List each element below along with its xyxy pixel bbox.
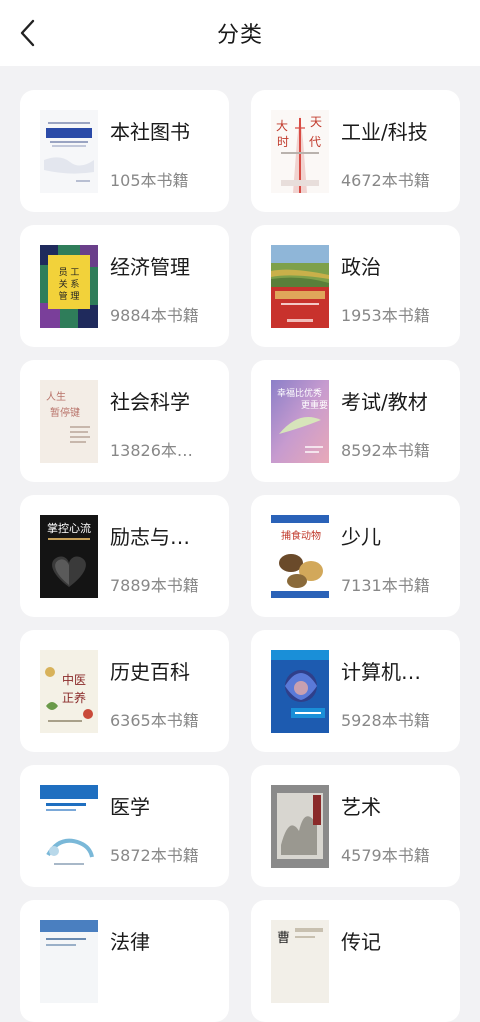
category-card[interactable]: 员 工 关 系 管 理 经济管理 9884本书籍 [20, 225, 229, 347]
category-card[interactable]: 计算机… 5928本书籍 [251, 630, 460, 752]
category-card[interactable]: 幸福比优秀 更重要 考试/教材 8592本书籍 [251, 360, 460, 482]
svg-text:员 工: 员 工 [59, 267, 80, 278]
category-name: 励志与… [110, 525, 190, 549]
svg-text:曹: 曹 [277, 931, 290, 946]
svg-text:代: 代 [309, 135, 321, 149]
svg-text:天: 天 [310, 115, 322, 129]
category-count: 8592本书籍 [341, 441, 430, 460]
book-cover-image: 幸福比优秀 更重要 [271, 380, 329, 463]
category-card[interactable]: 大 天 时 代 工业/科技 4672本书籍 [251, 90, 460, 212]
back-button[interactable] [10, 13, 46, 53]
book-cover-image: 员 工 关 系 管 理 [40, 245, 98, 328]
svg-text:掌控心流: 掌控心流 [47, 521, 91, 535]
category-count: 5928本书籍 [341, 711, 430, 730]
svg-text:大: 大 [276, 119, 288, 133]
svg-text:关 系: 关 系 [59, 278, 80, 290]
category-card[interactable]: 曹 传记 [251, 900, 460, 1022]
category-count: 13826本… [110, 441, 193, 460]
svg-text:中医: 中医 [62, 672, 86, 687]
top-bar: 分类 [0, 0, 480, 66]
category-name: 传记 [341, 930, 381, 954]
book-cover-image [40, 920, 98, 1003]
category-count: 105本书籍 [110, 171, 189, 190]
chevron-left-icon [20, 19, 35, 47]
svg-text:人生: 人生 [46, 390, 66, 403]
category-card[interactable]: 本社图书 105本书籍 [20, 90, 229, 212]
svg-text:时: 时 [277, 135, 289, 149]
book-cover-image: 捕食动物 [271, 515, 329, 598]
category-name: 少儿 [341, 525, 381, 549]
book-cover-image: 曹 [271, 920, 329, 1003]
category-card[interactable]: 政治 1953本书籍 [251, 225, 460, 347]
category-card[interactable]: 人生 暂停键 社会科学 13826本… [20, 360, 229, 482]
book-cover-image [271, 245, 329, 328]
svg-text:更重要: 更重要 [301, 399, 328, 411]
category-card[interactable]: 中医 正养 历史百科 6365本书籍 [20, 630, 229, 752]
category-name: 艺术 [341, 795, 381, 819]
category-name: 本社图书 [110, 120, 190, 144]
svg-text:管 理: 管 理 [59, 290, 80, 302]
category-card[interactable]: 艺术 4579本书籍 [251, 765, 460, 887]
category-count: 9884本书籍 [110, 306, 199, 325]
book-cover-image: 中医 正养 [40, 650, 98, 733]
category-name: 历史百科 [110, 660, 190, 684]
category-name: 经济管理 [110, 255, 190, 279]
page-title: 分类 [216, 23, 263, 48]
category-card[interactable]: 医学 5872本书籍 [20, 765, 229, 887]
book-cover-image [40, 785, 98, 868]
book-cover-image [271, 785, 329, 868]
category-count: 1953本书籍 [341, 306, 430, 325]
category-count: 6365本书籍 [110, 711, 199, 730]
svg-text:正养: 正养 [62, 690, 86, 705]
book-cover-image [271, 650, 329, 733]
category-grid: 本社图书 105本书籍 大 天 时 代 工业/科技 4672本书籍 员 工 关 … [20, 90, 460, 1022]
category-name: 社会科学 [110, 390, 190, 414]
category-count: 4672本书籍 [341, 171, 430, 190]
category-name: 法律 [110, 930, 150, 954]
category-name: 考试/教材 [341, 390, 428, 414]
category-count: 7131本书籍 [341, 576, 430, 595]
category-card[interactable]: 法律 [20, 900, 229, 1022]
category-card[interactable]: 捕食动物 少儿 7131本书籍 [251, 495, 460, 617]
category-count: 4579本书籍 [341, 846, 430, 865]
book-cover-image: 大 天 时 代 [271, 110, 329, 193]
category-name: 医学 [110, 795, 150, 819]
category-card[interactable]: 掌控心流 励志与… 7889本书籍 [20, 495, 229, 617]
category-count: 5872本书籍 [110, 846, 199, 865]
category-name: 计算机… [341, 660, 421, 684]
book-cover-image [40, 110, 98, 193]
category-name: 政治 [341, 255, 381, 279]
svg-text:幸福比优秀: 幸福比优秀 [277, 387, 322, 399]
book-cover-image: 人生 暂停键 [40, 380, 98, 463]
svg-text:暂停键: 暂停键 [50, 406, 80, 419]
category-name: 工业/科技 [341, 120, 428, 144]
category-count: 7889本书籍 [110, 576, 199, 595]
svg-text:捕食动物: 捕食动物 [281, 529, 321, 542]
book-cover-image: 掌控心流 [40, 515, 98, 598]
